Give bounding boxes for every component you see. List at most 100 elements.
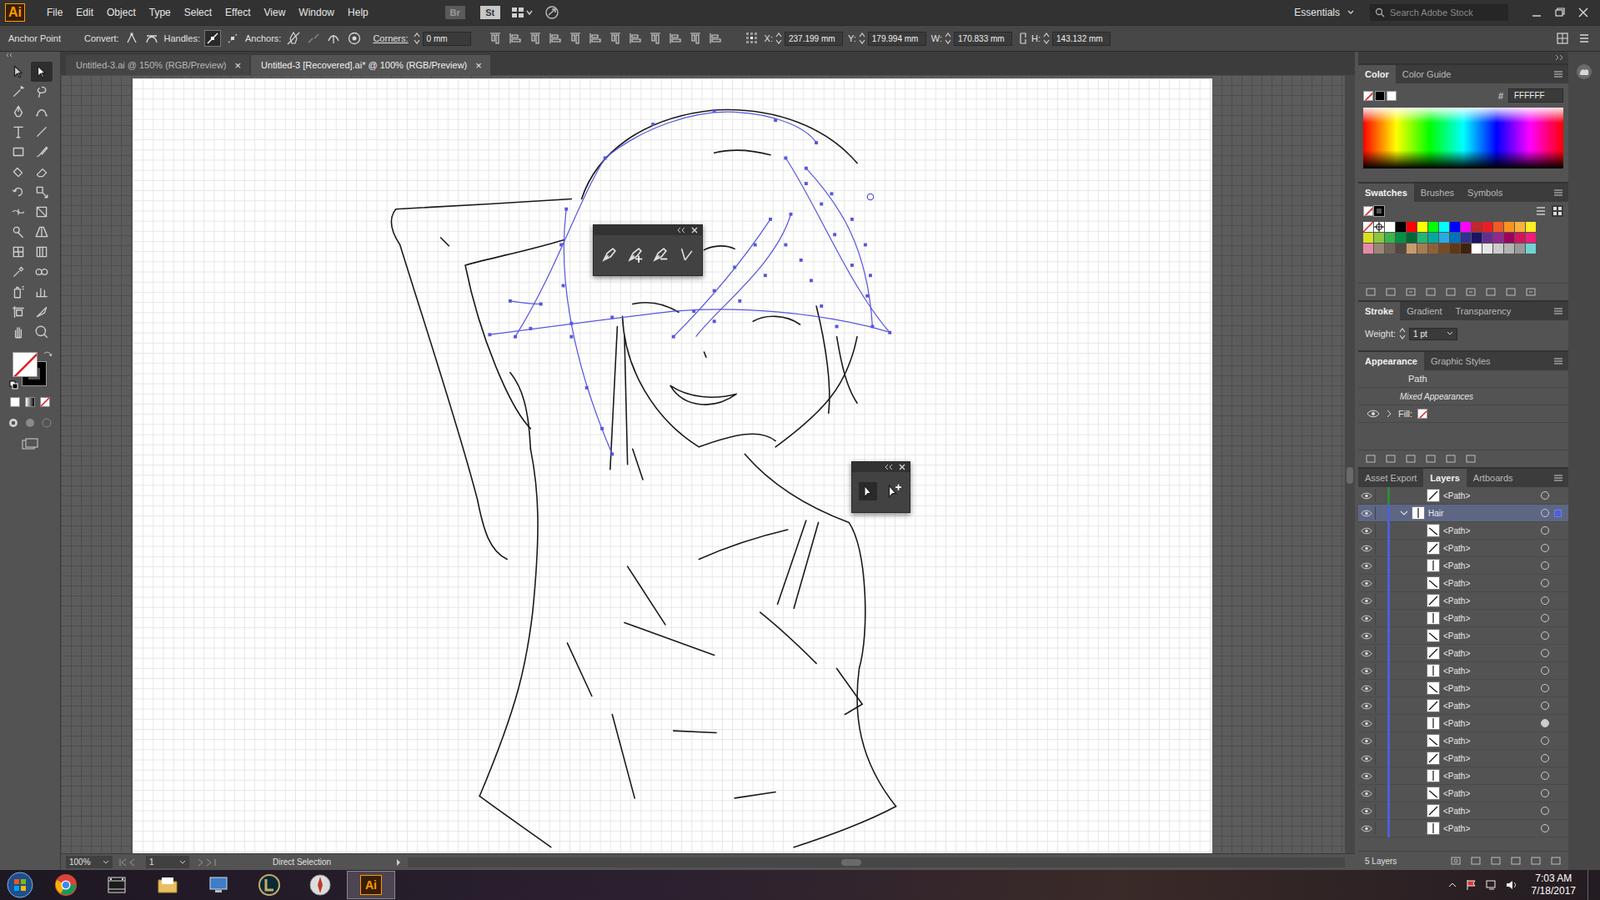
menu-item[interactable]: View	[257, 5, 293, 21]
white-indicator[interactable]	[1386, 90, 1397, 101]
swatch[interactable]	[1406, 232, 1417, 243]
layer-row[interactable]: <Path>	[1358, 486, 1569, 505]
art-path[interactable]	[760, 611, 817, 663]
selected-path[interactable]	[785, 157, 890, 332]
anchor-point[interactable]	[539, 302, 543, 306]
default-colors-icon[interactable]	[9, 380, 20, 391]
art-path[interactable]	[703, 245, 735, 251]
menu-item[interactable]: Type	[142, 5, 178, 21]
layer-row[interactable]: <Path>	[1358, 662, 1569, 680]
tool-button[interactable]	[7, 61, 30, 82]
layer-action-icon[interactable]	[1449, 855, 1462, 866]
horizontal-scrollbar[interactable]	[407, 857, 1345, 868]
tool-button[interactable]	[30, 81, 53, 102]
tool-button[interactable]	[7, 161, 30, 182]
selected-path[interactable]	[489, 309, 888, 335]
panel-tab[interactable]: Asset Export	[1358, 468, 1424, 487]
tool-button[interactable]	[7, 221, 30, 242]
zoom-field[interactable]: 100%	[65, 855, 113, 868]
link-icon[interactable]	[1017, 30, 1029, 46]
anchor-point[interactable]	[513, 335, 517, 339]
swatch-action-icon[interactable]	[1464, 286, 1477, 297]
selection-indicator[interactable]	[1554, 684, 1562, 693]
target-indicator[interactable]	[1540, 806, 1550, 815]
cut-path-icon[interactable]	[326, 30, 342, 46]
anchor-point[interactable]	[603, 156, 607, 161]
bridge-button[interactable]: Br	[445, 5, 466, 20]
visibility-toggle[interactable]	[1358, 754, 1375, 763]
art-path[interactable]	[622, 315, 777, 447]
anchor-point[interactable]	[868, 273, 873, 277]
list-view-icon[interactable]	[1534, 205, 1547, 216]
tool-button[interactable]	[7, 141, 30, 162]
lock-toggle[interactable]	[1374, 593, 1388, 607]
tool-button[interactable]	[30, 161, 53, 182]
swatch[interactable]	[1374, 232, 1385, 243]
lock-toggle[interactable]	[1374, 646, 1388, 660]
tool-button[interactable]	[30, 181, 53, 202]
layer-action-icon[interactable]	[1509, 855, 1522, 866]
anchor-point[interactable]	[850, 217, 854, 221]
target-indicator[interactable]	[1540, 648, 1550, 658]
art-path[interactable]	[391, 198, 572, 559]
swatch[interactable]	[1449, 243, 1460, 254]
art-path[interactable]	[627, 566, 666, 625]
floating-panel-header[interactable]	[852, 461, 910, 472]
collapse-icon[interactable]	[1554, 54, 1564, 61]
visibility-toggle[interactable]	[1358, 789, 1375, 798]
tool-button[interactable]	[30, 301, 53, 322]
anchor-point[interactable]	[768, 217, 773, 221]
art-path[interactable]	[624, 621, 715, 655]
swatch[interactable]	[1493, 232, 1504, 243]
swatch[interactable]	[1439, 243, 1450, 254]
art-path[interactable]	[632, 448, 643, 480]
align-icon[interactable]	[667, 30, 683, 46]
swatch[interactable]	[1514, 221, 1525, 232]
swatch[interactable]	[1460, 221, 1471, 232]
swatch[interactable]	[1471, 232, 1482, 243]
direct-selection-icon[interactable]	[858, 481, 878, 501]
visibility-toggle[interactable]	[1358, 684, 1375, 693]
tool-button[interactable]	[7, 241, 30, 262]
target-indicator[interactable]	[1540, 701, 1550, 710]
selection-indicator[interactable]	[1554, 719, 1562, 728]
volume-icon[interactable]	[1504, 877, 1519, 892]
lock-toggle[interactable]	[1374, 558, 1388, 572]
dock-header[interactable]	[1358, 51, 1569, 64]
panel-tab[interactable]: Transparency	[1448, 301, 1518, 321]
layer-action-icon[interactable]	[1469, 855, 1482, 866]
remove-anchor-icon[interactable]	[285, 30, 301, 46]
tool-button[interactable]	[7, 81, 30, 102]
spinner-icon[interactable]	[1043, 31, 1050, 46]
anchor-point[interactable]	[804, 181, 808, 186]
reference-point-icon[interactable]	[744, 30, 760, 46]
art-path[interactable]	[479, 795, 552, 847]
status-menu-icon[interactable]	[394, 857, 403, 867]
art-path[interactable]	[624, 336, 628, 465]
layer-row[interactable]: <Path>	[1358, 802, 1569, 820]
visibility-toggle[interactable]	[1358, 702, 1375, 710]
selection-indicator[interactable]	[1554, 702, 1562, 710]
swatch[interactable]	[1471, 221, 1482, 232]
selected-path[interactable]	[515, 157, 606, 337]
anchor-point[interactable]	[809, 278, 813, 282]
swatch[interactable]	[1504, 232, 1515, 243]
lock-toggle[interactable]	[1374, 768, 1388, 783]
swatch[interactable]	[1363, 221, 1374, 232]
swatch-action-icon[interactable]	[1524, 286, 1537, 297]
swatch[interactable]	[1482, 221, 1493, 232]
target-indicator[interactable]	[1540, 578, 1550, 587]
layer-row[interactable]: <Path>	[1358, 574, 1569, 592]
layer-row[interactable]: <Path>	[1358, 521, 1569, 540]
layer-row[interactable]: <Path>	[1358, 644, 1569, 663]
appearance-action-icon[interactable]	[1404, 453, 1417, 464]
libraries-icon[interactable]	[1574, 61, 1595, 82]
expand-arrow-icon[interactable]	[1384, 409, 1394, 418]
layer-row[interactable]: <Path>	[1358, 697, 1569, 715]
appearance-action-icon[interactable]	[1464, 453, 1477, 464]
swatch[interactable]	[1384, 221, 1395, 232]
layer-row[interactable]: <Path>	[1358, 749, 1569, 768]
collapse-icon[interactable]	[5, 51, 56, 59]
anchor-point[interactable]	[692, 309, 696, 313]
layer-row[interactable]: <Path>	[1358, 609, 1569, 627]
